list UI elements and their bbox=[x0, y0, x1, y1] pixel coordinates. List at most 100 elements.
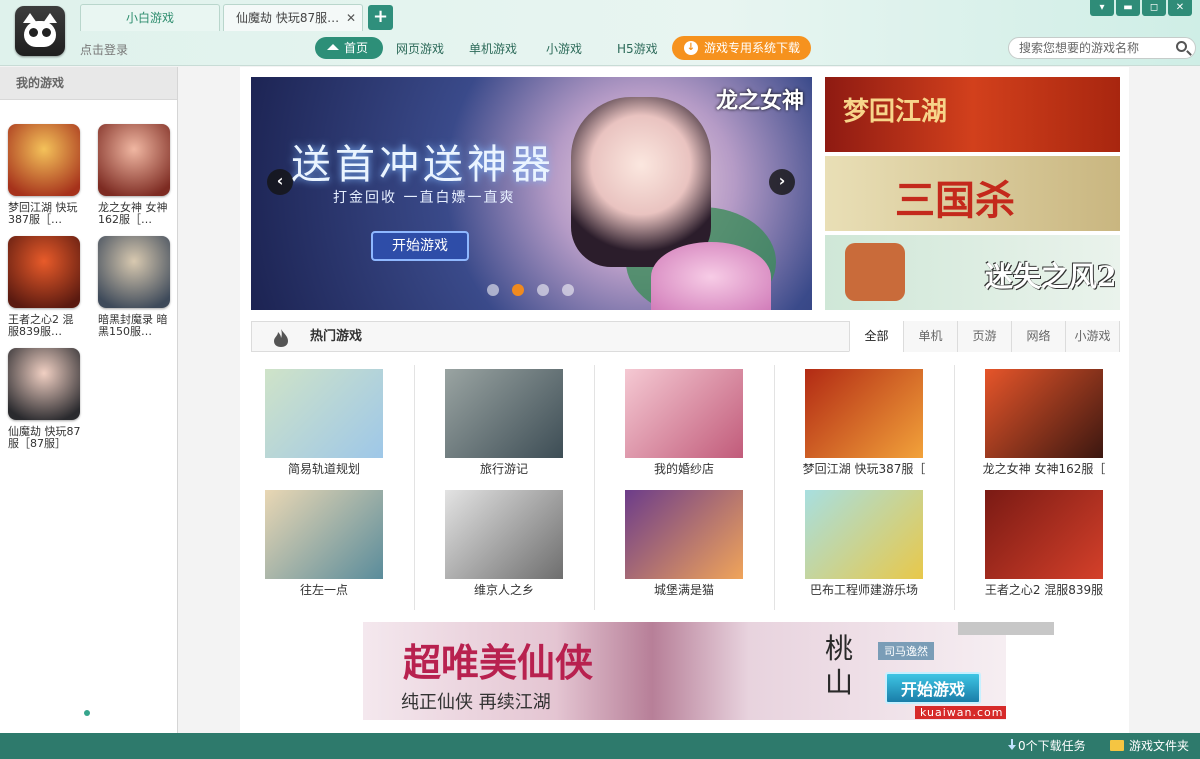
close-window-icon[interactable]: ✕ bbox=[1168, 0, 1192, 16]
banner-dot[interactable] bbox=[537, 284, 549, 296]
sidebar-page-dot[interactable] bbox=[84, 710, 90, 716]
hot-game-tile[interactable]: 城堡满是猫 bbox=[614, 490, 754, 598]
hot-game-label: 城堡满是猫 bbox=[653, 583, 714, 597]
hot-game-tile[interactable]: 我的婚纱店 bbox=[614, 369, 754, 477]
hot-games-tabs: 全部 单机 页游 网络 小游戏 bbox=[849, 321, 1119, 352]
menu-dropdown-icon[interactable]: ▾ bbox=[1090, 0, 1114, 16]
minimize-icon[interactable]: ▬ bbox=[1116, 0, 1140, 16]
nav-h5-games[interactable]: H5游戏 bbox=[617, 40, 658, 57]
hot-game-label: 维京人之乡 bbox=[473, 583, 534, 597]
app-logo[interactable] bbox=[15, 6, 65, 56]
hot-games-title: 热门游戏 bbox=[310, 329, 363, 344]
hot-tab-web[interactable]: 页游 bbox=[957, 321, 1011, 352]
hot-game-tile[interactable]: 简易轨道规划 bbox=[254, 369, 394, 477]
hot-game-label: 旅行游记 bbox=[479, 462, 528, 476]
banner-dot-active[interactable] bbox=[512, 284, 524, 296]
banner-brand-logo: 龙之女神 bbox=[715, 88, 804, 114]
hot-game-label: 梦回江湖 快玩387服［ bbox=[802, 462, 926, 476]
side-banner-title: 三国杀 bbox=[895, 177, 1015, 224]
login-link[interactable]: 点击登录 bbox=[80, 41, 128, 58]
download-arrow-icon bbox=[1008, 739, 1016, 751]
hot-tab-mini[interactable]: 小游戏 bbox=[1065, 321, 1119, 352]
side-banner-menghuijianghu[interactable]: 梦回江湖 bbox=[825, 77, 1120, 152]
maximize-icon[interactable]: ◻ bbox=[1142, 0, 1166, 16]
search-input[interactable] bbox=[1019, 38, 1169, 58]
nav-web-games[interactable]: 网页游戏 bbox=[396, 40, 444, 57]
ad-start-button[interactable]: 开始游戏 bbox=[885, 672, 981, 704]
my-game-name: 仙魔劫 快玩87服［87服］ bbox=[8, 425, 81, 450]
ad-url: kuaiwan.com bbox=[915, 706, 1006, 719]
download-tasks[interactable]: 0个下载任务 bbox=[1008, 733, 1086, 759]
my-game-icon bbox=[98, 124, 170, 196]
banner-dot[interactable] bbox=[562, 284, 574, 296]
grid-divider bbox=[594, 365, 595, 610]
nav-pc-games[interactable]: 单机游戏 bbox=[469, 40, 517, 57]
my-game-icon bbox=[8, 348, 80, 420]
hot-tab-online[interactable]: 网络 bbox=[1011, 321, 1065, 352]
search-box bbox=[1008, 37, 1196, 59]
side-banner-title: 迷失之风2 bbox=[985, 260, 1117, 293]
tab-home[interactable]: 小白游戏 bbox=[80, 4, 220, 31]
window-controls: ▾ ▬ ◻ ✕ bbox=[1090, 0, 1192, 16]
hot-game-label: 往左一点 bbox=[299, 583, 348, 597]
ad-title: 超唯美仙侠 bbox=[403, 640, 594, 685]
ad-placeholder-bar bbox=[958, 622, 1054, 635]
nav-mini-games[interactable]: 小游戏 bbox=[546, 40, 582, 57]
hot-game-thumbnail bbox=[445, 369, 563, 458]
system-download-button[interactable]: ↓ 游戏专用系统下载 bbox=[672, 36, 811, 60]
hot-tab-all[interactable]: 全部 bbox=[849, 321, 903, 352]
hot-game-thumbnail bbox=[625, 490, 743, 579]
flame-icon bbox=[274, 329, 288, 347]
grid-divider bbox=[414, 365, 415, 610]
hot-game-thumbnail bbox=[985, 490, 1103, 579]
banner-start-button[interactable]: 开始游戏 bbox=[371, 231, 469, 261]
my-game-icon bbox=[98, 236, 170, 308]
hot-game-tile[interactable]: 旅行游记 bbox=[434, 369, 574, 477]
banner-prev-arrow[interactable]: ‹ bbox=[267, 169, 293, 195]
download-tasks-label: 0个下载任务 bbox=[1018, 739, 1086, 753]
my-game-item[interactable]: 王者之心2 混服839服… bbox=[8, 236, 88, 338]
banner-next-arrow[interactable]: › bbox=[769, 169, 795, 195]
hot-game-label: 我的婚纱店 bbox=[653, 462, 714, 476]
hot-game-tile[interactable]: 维京人之乡 bbox=[434, 490, 574, 598]
tab-xianmojie[interactable]: 仙魔劫 快玩87服… ✕ bbox=[223, 4, 363, 31]
download-label: 游戏专用系统下载 bbox=[704, 41, 801, 55]
hot-game-tile[interactable]: 巴布工程师建游乐场 bbox=[794, 490, 934, 598]
hot-game-label: 简易轨道规划 bbox=[287, 462, 360, 476]
hot-tab-single[interactable]: 单机 bbox=[903, 321, 957, 352]
hero-banner[interactable]: 送首冲送神器 打金回收 一直白嫖一直爽 开始游戏 龙之女神 ‹ › bbox=[251, 77, 812, 310]
side-banner-sanguosha[interactable]: 三国杀 bbox=[825, 156, 1120, 231]
banner-dot[interactable] bbox=[487, 284, 499, 296]
ad-vertical-text: 桃山 bbox=[825, 632, 854, 699]
my-game-item[interactable]: 暗黑封魔录 暗黑150服… bbox=[98, 236, 178, 338]
my-game-name: 梦回江湖 快玩387服［… bbox=[8, 201, 78, 226]
banner-pagination bbox=[487, 284, 574, 296]
my-game-item[interactable]: 龙之女神 女神162服［… bbox=[98, 124, 178, 226]
banner-subtitle: 打金回收 一直白嫖一直爽 bbox=[333, 190, 516, 206]
my-game-icon bbox=[8, 236, 80, 308]
nav-home-label: 首页 bbox=[344, 41, 369, 55]
hot-games-header: 热门游戏 全部 单机 页游 网络 小游戏 bbox=[251, 321, 1120, 352]
my-game-item[interactable]: 仙魔劫 快玩87服［87服］ bbox=[8, 348, 88, 450]
hot-game-tile[interactable]: 龙之女神 女神162服［ bbox=[974, 369, 1114, 477]
hot-game-tile[interactable]: 王者之心2 混服839服 bbox=[974, 490, 1114, 598]
new-tab-button[interactable]: + bbox=[368, 5, 393, 30]
folder-icon bbox=[1110, 740, 1124, 751]
hot-game-tile[interactable]: 梦回江湖 快玩387服［ bbox=[794, 369, 934, 477]
game-folder[interactable]: 游戏文件夹 bbox=[1110, 733, 1189, 759]
nav-home-button[interactable]: 首页 bbox=[315, 37, 383, 59]
ad-banner[interactable]: 超唯美仙侠 纯正仙侠 再续江湖 桃山 司马逸然 开始游戏 kuaiwan.com bbox=[363, 622, 1006, 720]
hot-game-tile[interactable]: 往左一点 bbox=[254, 490, 394, 598]
my-game-name: 暗黑封魔录 暗黑150服… bbox=[98, 313, 168, 338]
grid-divider bbox=[774, 365, 775, 610]
my-game-name: 龙之女神 女神162服［… bbox=[98, 201, 168, 226]
my-game-item[interactable]: 梦回江湖 快玩387服［… bbox=[8, 124, 88, 226]
tab-label: 仙魔劫 快玩87服… bbox=[236, 11, 340, 25]
side-banner-mishizhifeng[interactable]: 迷失之风2 bbox=[825, 235, 1120, 310]
side-banner-character bbox=[845, 243, 905, 301]
title-bar: 点击登录 小白游戏 仙魔劫 快玩87服… ✕ + ▾ ▬ ◻ ✕ 首页 网页游戏… bbox=[0, 0, 1200, 66]
tab-close-icon[interactable]: ✕ bbox=[346, 5, 356, 32]
hot-game-label: 巴布工程师建游乐场 bbox=[809, 583, 918, 597]
banner-character bbox=[571, 97, 711, 267]
search-icon[interactable] bbox=[1176, 41, 1187, 52]
